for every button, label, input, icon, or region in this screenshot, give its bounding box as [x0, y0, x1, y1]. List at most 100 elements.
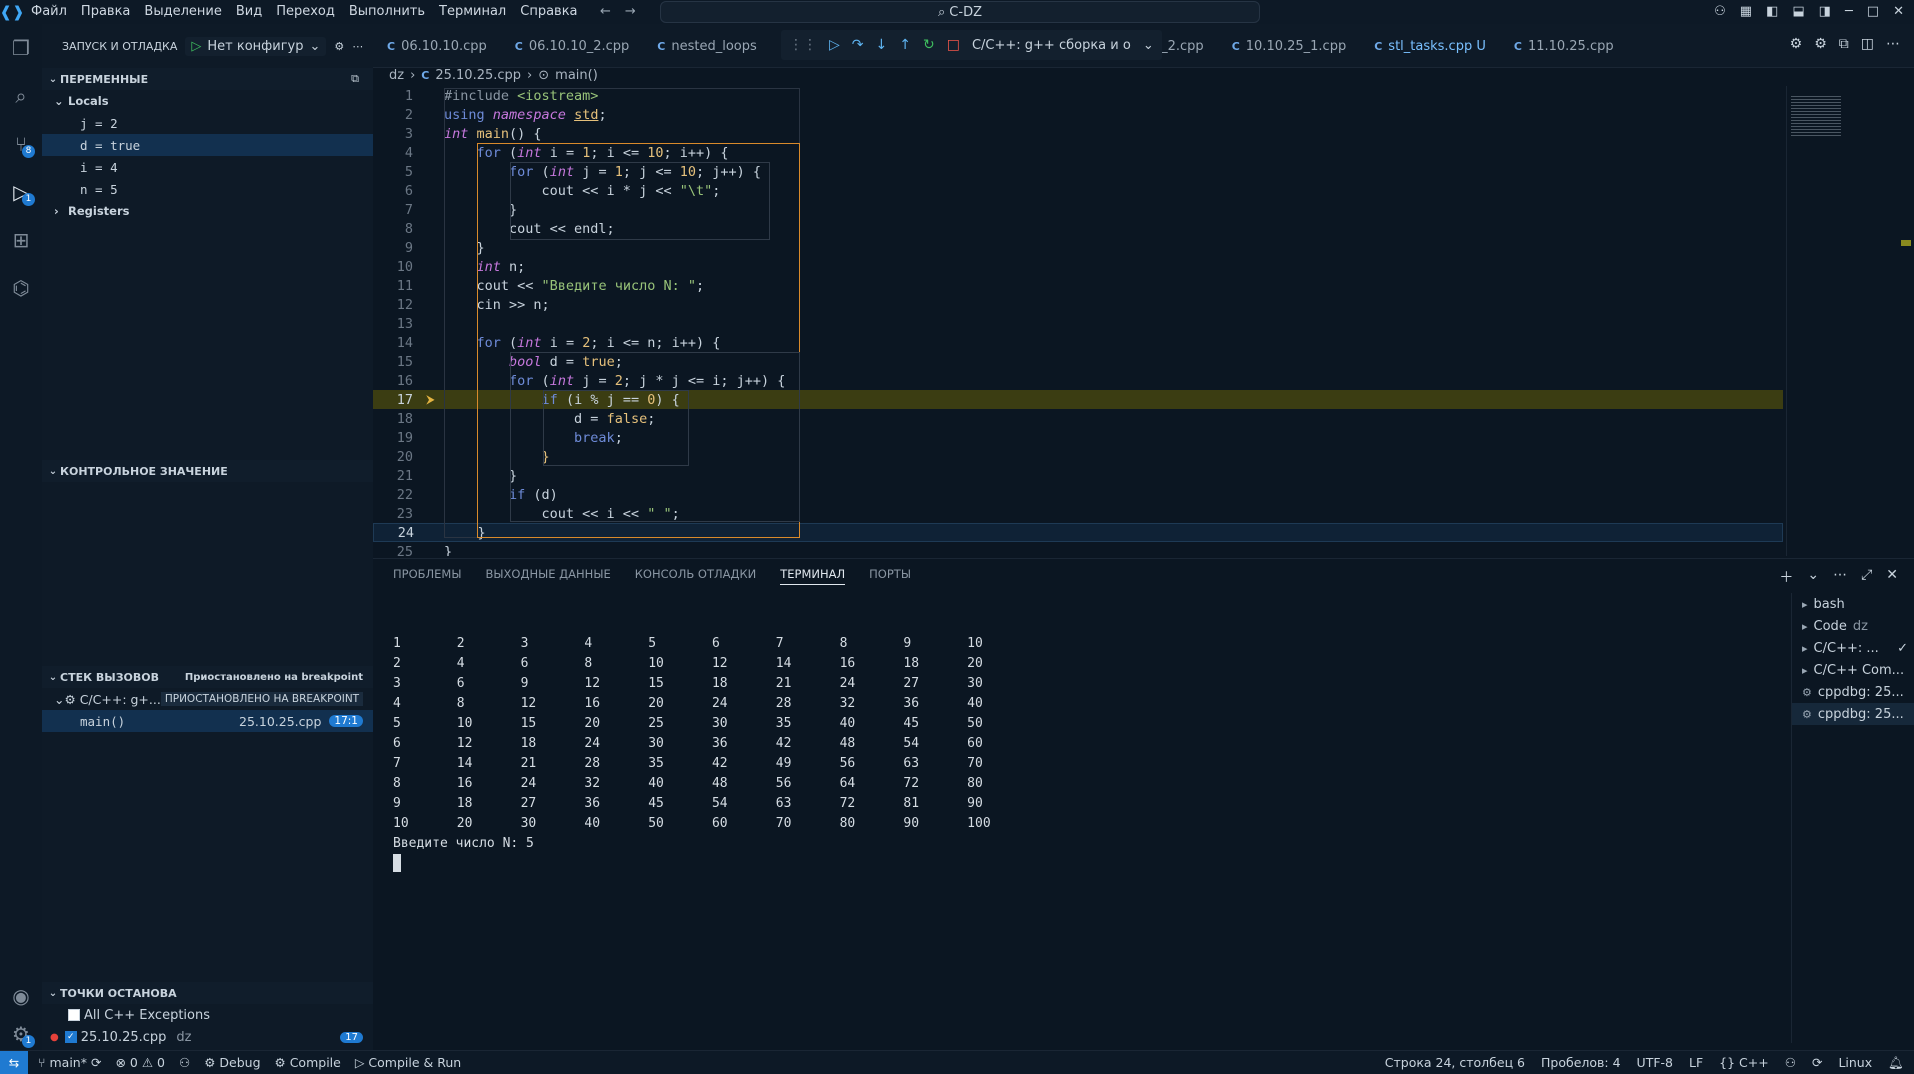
play-icon[interactable]: ▷ [191, 39, 201, 54]
branch-status[interactable]: ⑂ main* ⟳ [38, 1055, 101, 1070]
maximize-panel-icon[interactable]: ⤢ [1861, 567, 1872, 587]
compare-icon[interactable]: ⧉ [1839, 36, 1849, 52]
tab-06-10-10[interactable]: C 06.10.10.cpp [373, 24, 501, 68]
language-mode[interactable]: {} C++ [1719, 1055, 1769, 1071]
menu-terminal[interactable]: Терминал [432, 0, 513, 24]
more-icon[interactable]: ⋯ [1886, 36, 1900, 52]
terminal-item[interactable]: ▸ bash [1792, 593, 1914, 615]
callstack-thread[interactable]: ⌄ ⚙ C/C++: g+... ПРИОСТАНОВЛЕНО НА BREAK… [42, 688, 373, 710]
step-out-icon[interactable]: ↑ [899, 37, 911, 53]
gear-icon[interactable]: ⚙ 1 [0, 1014, 42, 1054]
command-center[interactable]: ⌕ C-DZ [660, 1, 1260, 23]
chevron-down-icon[interactable]: ⌄ [1143, 38, 1154, 53]
launch-config-select[interactable]: ▷ Нет конфигур ⌄ [185, 36, 327, 56]
cursor-position[interactable]: Строка 24, столбец 6 [1385, 1055, 1525, 1071]
registers-node[interactable]: › Registers [42, 200, 373, 222]
extensions-icon[interactable]: ⊞ [0, 220, 42, 260]
continue-icon[interactable]: ▷ [829, 37, 840, 53]
gear-icon[interactable]: ⚙ [1814, 36, 1827, 52]
new-terminal-icon[interactable]: ＋ [1779, 567, 1793, 587]
step-over-icon[interactable]: ↷ [852, 37, 864, 53]
os-label[interactable]: Linux [1838, 1055, 1872, 1071]
debug-gear-icon[interactable]: ⚙ [1790, 36, 1803, 52]
code-editor[interactable]: 1 #include <iostream> 2 using namespace st… [373, 86, 1914, 556]
layout-icon[interactable]: ▦ [1740, 0, 1752, 24]
compile-status[interactable]: ⚙ Compile [275, 1055, 341, 1070]
breakpoint-exceptions-row[interactable]: All C++ Exceptions [42, 1004, 373, 1026]
terminal-item[interactable]: ▸ C/C++ Com... [1792, 659, 1914, 681]
sync-icon[interactable]: ⟳ [1812, 1055, 1822, 1071]
menu-selection[interactable]: Выделение [137, 0, 228, 24]
minimap[interactable] [1791, 96, 1841, 136]
copilot-icon[interactable]: ⚇ [1714, 0, 1726, 24]
menu-go[interactable]: Переход [269, 0, 342, 24]
tab-problems[interactable]: ПРОБЛЕМЫ [393, 567, 462, 585]
tab-nested-loops[interactable]: Cnested_loops [643, 24, 770, 68]
gear-icon[interactable]: ⚙ [334, 40, 344, 53]
drag-handle-icon[interactable]: ⋮⋮ [789, 37, 817, 53]
line-ending[interactable]: LF [1689, 1055, 1703, 1071]
more-icon[interactable]: ⋯ [1833, 567, 1847, 587]
callstack-frame[interactable]: main() 25.10.25.cpp 17:1 [42, 710, 373, 732]
debug-status[interactable]: ⚙ Debug [204, 1055, 260, 1070]
tab-06-10-10-2[interactable]: C 06.10.10_2.cpp [501, 24, 644, 68]
terminal-output[interactable]: 1 2 3 4 5 6 7 8 9 10 2 4 6 8 10 12 14 16 18 20 3 6 9 12 15 18 21 24… [393, 633, 1031, 873]
menu-run[interactable]: Выполнить [342, 0, 432, 24]
forward-arrow-icon[interactable]: → [625, 0, 636, 24]
terminal-item-active[interactable]: ⚙ cppdbg: 25... [1792, 703, 1914, 725]
tab-ports[interactable]: ПОРТЫ [869, 567, 911, 585]
menu-view[interactable]: Вид [229, 0, 269, 24]
menu-help[interactable]: Справка [513, 0, 584, 24]
copilot-icon[interactable]: ⚇ [1785, 1055, 1796, 1071]
exceptions-checkbox[interactable] [68, 1009, 80, 1021]
menu-edit[interactable]: Правка [74, 0, 137, 24]
run-debug-icon[interactable]: ▷ 1 [0, 172, 42, 212]
terminal-item[interactable]: ▸ C/C++: ... ✓ [1792, 637, 1914, 659]
search-icon[interactable]: ⌕ [0, 76, 42, 116]
step-into-icon[interactable]: ↓ [876, 37, 888, 53]
remote-icon[interactable]: ⇆ [0, 1050, 28, 1074]
minimize-icon[interactable]: ─ [1845, 0, 1853, 24]
watch-section-header[interactable]: ⌄ КОНТРОЛЬНОЕ ЗНАЧЕНИЕ [42, 460, 373, 482]
account-icon[interactable]: ◉ [0, 976, 42, 1016]
encoding[interactable]: UTF-8 [1637, 1055, 1673, 1071]
breadcrumb-symbol[interactable]: main() [555, 68, 598, 83]
callstack-section-header[interactable]: ⌄ СТЕК ВЫЗОВОВ Приостановлено на breakpo… [42, 666, 373, 688]
split-editor-icon[interactable]: ◫ [1861, 36, 1874, 52]
variables-section-header[interactable]: ⌄ ПЕРЕМЕННЫЕ ⧉ [42, 68, 373, 90]
breakpoint-file-row[interactable]: ● ✓ 25.10.25.cpp dz 17 [42, 1026, 373, 1048]
locals-node[interactable]: ⌄ Locals [42, 90, 373, 112]
remote-explorer-icon[interactable]: ⌬ [0, 268, 42, 308]
close-icon[interactable]: ✕ [1893, 0, 1904, 24]
tab-output[interactable]: ВЫХОДНЫЕ ДАННЫЕ [486, 567, 611, 585]
tab-stl-tasks[interactable]: Cstl_tasks.cpp U [1360, 24, 1500, 68]
tab-terminal[interactable]: ТЕРМИНАЛ [780, 567, 846, 585]
breakpoints-section-header[interactable]: ⌄ ТОЧКИ ОСТАНОВА [42, 982, 373, 1004]
toggle-secondary-icon[interactable]: ◨ [1819, 0, 1831, 24]
compile-run-status[interactable]: ▷ Compile & Run [355, 1055, 461, 1070]
breakpoint-checkbox[interactable]: ✓ [64, 1031, 77, 1043]
restart-icon[interactable]: ↻ [923, 37, 935, 53]
back-arrow-icon[interactable]: ← [600, 0, 611, 24]
maximize-icon[interactable]: □ [1867, 0, 1879, 24]
variable-row[interactable]: j = 2 [42, 112, 373, 134]
collapse-all-icon[interactable]: ⧉ [351, 72, 359, 86]
source-control-icon[interactable]: ⑂ 8 [0, 124, 42, 164]
stop-icon[interactable]: □ [947, 37, 960, 53]
variable-row[interactable]: i = 4 [42, 156, 373, 178]
debug-config-select[interactable]: C/C++: g++ сборка и о [972, 38, 1131, 53]
tab-11-10-25[interactable]: C 11.10.25.cpp [1500, 24, 1628, 68]
terminal-item[interactable]: ▸ Code dz [1792, 615, 1914, 637]
menu-file[interactable]: Файл [24, 0, 74, 24]
breadcrumb-file[interactable]: 25.10.25.cpp [435, 68, 521, 83]
problems-status[interactable]: ⊗ 0 ⚠ 0 [115, 1055, 165, 1070]
chevron-down-icon[interactable]: ⌄ [1807, 567, 1819, 587]
indentation[interactable]: Пробелов: 4 [1541, 1055, 1621, 1071]
more-icon[interactable]: ⋯ [352, 40, 363, 53]
variable-row[interactable]: n = 5 [42, 178, 373, 200]
close-panel-icon[interactable]: ✕ [1886, 567, 1898, 587]
breadcrumb-folder[interactable]: dz [389, 68, 404, 83]
toggle-sidebar-icon[interactable]: ◧ [1766, 0, 1778, 24]
tab-debug-console[interactable]: КОНСОЛЬ ОТЛАДКИ [635, 567, 756, 585]
explorer-icon[interactable]: ❐ [0, 28, 42, 68]
